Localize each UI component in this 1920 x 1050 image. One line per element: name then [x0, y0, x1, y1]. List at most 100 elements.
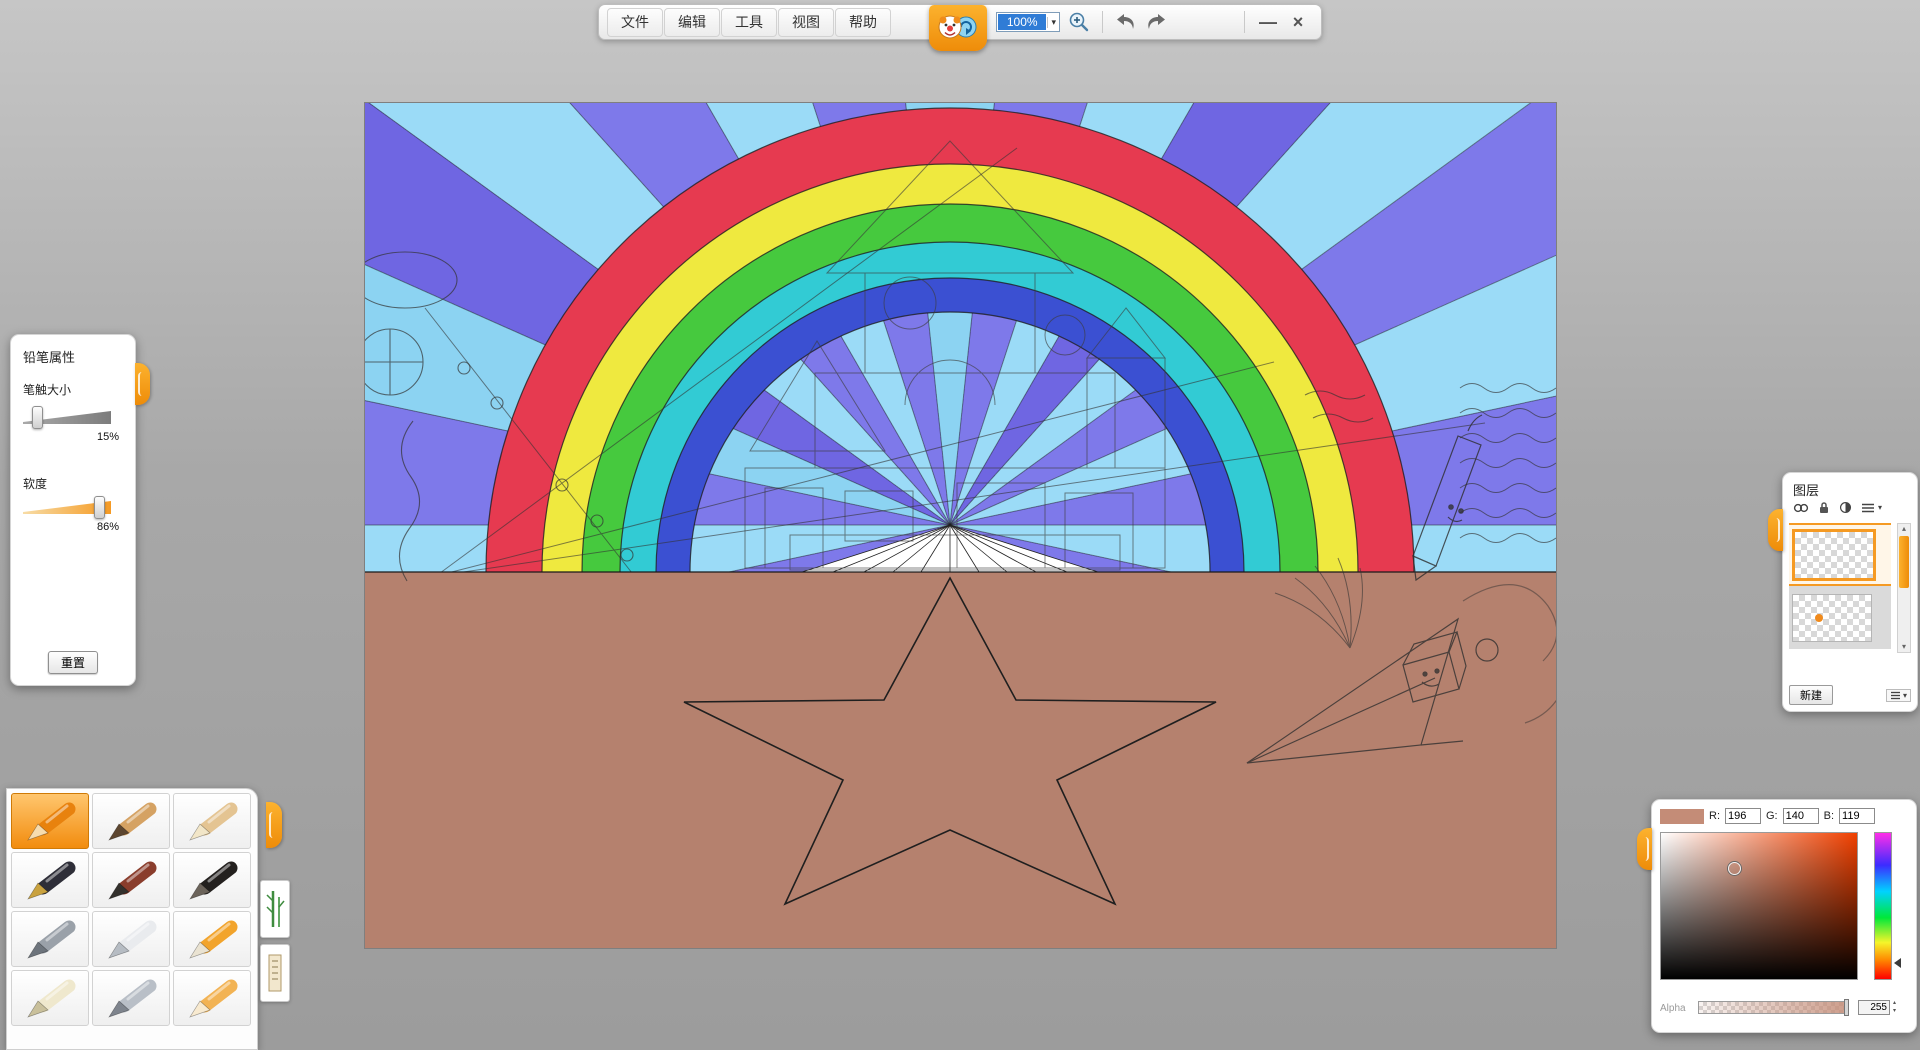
menu-view[interactable]: 视图: [778, 8, 834, 37]
hue-bar[interactable]: [1874, 832, 1892, 980]
color-panel-collapse-handle[interactable]: [1637, 828, 1652, 870]
white-fan: [802, 525, 1098, 572]
scroll-icon: [266, 951, 284, 995]
alpha-slider[interactable]: [1698, 1001, 1848, 1014]
paint-brush-icon: [98, 857, 164, 903]
zoom-level-field[interactable]: 100% ▾: [996, 12, 1060, 32]
softness-label: 软度: [23, 475, 47, 492]
toolbar-separator: [1102, 11, 1103, 33]
zoom-dropdown-arrow[interactable]: ▾: [1047, 17, 1059, 28]
layers-scrollbar[interactable]: ▴ ▾: [1897, 523, 1911, 653]
tool-ink-brush[interactable]: [173, 852, 251, 908]
layers-panel: 图层 ▾ ▴ ▾ 新建: [1782, 472, 1918, 712]
softness-value: 86%: [97, 521, 119, 533]
alpha-spinner[interactable]: ▴▾: [1893, 999, 1896, 1015]
blend-mode-icon[interactable]: [1839, 501, 1852, 514]
tool-grid: [11, 793, 253, 1026]
dip-pen-icon: [98, 975, 164, 1021]
close-button[interactable]: ×: [1283, 8, 1313, 36]
tool-pencil-wood[interactable]: [92, 793, 170, 849]
layers-menu-icon[interactable]: [1861, 502, 1875, 514]
bamboo-icon: [265, 887, 285, 931]
softness-slider[interactable]: [23, 501, 111, 514]
hue-marker[interactable]: [1894, 958, 1901, 968]
tool-paint-roller[interactable]: [173, 911, 251, 967]
b-input[interactable]: [1839, 808, 1875, 824]
r-label: R:: [1709, 810, 1720, 822]
layer-row-2[interactable]: [1789, 586, 1891, 649]
menu-file[interactable]: 文件: [607, 8, 663, 37]
menu-file-label: 文件: [621, 12, 649, 32]
softness-knob[interactable]: [94, 496, 105, 519]
layer-row-1[interactable]: [1789, 523, 1891, 586]
menu-help[interactable]: 帮助: [835, 8, 891, 37]
zoom-in-button[interactable]: [1064, 8, 1094, 36]
tool-palette-knife[interactable]: [92, 911, 170, 967]
layers-scrollbar-thumb[interactable]: [1899, 536, 1909, 588]
tool-palette-collapse-handle[interactable]: [266, 802, 282, 848]
menu-help-label: 帮助: [849, 12, 877, 32]
saturation-value-square[interactable]: [1660, 832, 1858, 980]
layers-toolbar: ▾: [1793, 501, 1909, 514]
tool-paint-tube[interactable]: [11, 970, 89, 1026]
pencil-panel-title: 铅笔属性: [23, 347, 75, 366]
pencil-panel-collapse-handle[interactable]: [135, 363, 150, 405]
app-window: { "theme": { "accent": "#f59a23", "windo…: [0, 0, 1920, 1050]
drawing-canvas[interactable]: [364, 102, 1557, 949]
color-picker-panel: R: G: B: Alpha ▴▾: [1651, 799, 1917, 1033]
lock-layer-icon[interactable]: [1818, 501, 1830, 514]
reset-button[interactable]: 重置: [48, 651, 98, 674]
brush-size-slider[interactable]: [23, 411, 111, 424]
fountain-pen-icon: [17, 857, 83, 903]
crayon-orange-icon: [17, 798, 83, 844]
link-layers-icon[interactable]: [1793, 502, 1809, 514]
tool-airbrush[interactable]: [11, 911, 89, 967]
menu-edit[interactable]: 编辑: [664, 8, 720, 37]
new-layer-button[interactable]: 新建: [1789, 685, 1833, 705]
sv-marker[interactable]: [1728, 862, 1741, 875]
alpha-spin-down[interactable]: ▾: [1893, 1007, 1896, 1015]
airbrush-icon: [17, 916, 83, 962]
layer-list: [1789, 523, 1891, 653]
scroll-stamp-button[interactable]: [260, 944, 290, 1002]
toolbar-separator: [1244, 11, 1245, 33]
menu-tools-label: 工具: [735, 12, 763, 32]
alpha-label: Alpha: [1660, 1003, 1686, 1014]
paint-roller-icon: [179, 916, 245, 962]
zoom-in-icon: [1068, 11, 1090, 33]
menu-tools[interactable]: 工具: [721, 8, 777, 37]
tool-palette-side: [260, 788, 294, 1050]
tool-dip-pen[interactable]: [92, 970, 170, 1026]
bamboo-stamp-button[interactable]: [260, 880, 290, 938]
close-icon: ×: [1293, 12, 1304, 33]
scroll-down-arrow[interactable]: ▾: [1898, 642, 1910, 652]
ground: [365, 572, 1556, 948]
layers-panel-collapse-handle[interactable]: [1768, 509, 1783, 551]
redo-icon: [1144, 10, 1168, 34]
app-brand-tab[interactable]: [929, 5, 987, 51]
layer-2-content-dot: [1815, 614, 1823, 622]
brush-size-value: 15%: [97, 431, 119, 443]
alpha-input[interactable]: [1858, 1000, 1890, 1015]
g-label: G:: [1766, 810, 1778, 822]
current-color-swatch: [1660, 809, 1704, 824]
r-input[interactable]: [1725, 808, 1761, 824]
pencil-character: [1413, 415, 1482, 580]
layer-1-thumbnail: [1792, 529, 1876, 581]
tool-fountain-pen[interactable]: [11, 852, 89, 908]
g-input[interactable]: [1783, 808, 1819, 824]
scroll-up-arrow[interactable]: ▴: [1898, 524, 1910, 534]
layers-menu-dropdown-arrow[interactable]: ▾: [1878, 503, 1882, 512]
alpha-slider-handle[interactable]: [1844, 999, 1849, 1016]
tool-eraser[interactable]: [173, 970, 251, 1026]
redo-button[interactable]: [1141, 8, 1171, 36]
minimize-button[interactable]: —: [1253, 8, 1283, 36]
tool-crayon-cream[interactable]: [173, 793, 251, 849]
tool-crayon-orange[interactable]: [11, 793, 89, 849]
undo-button[interactable]: [1111, 8, 1141, 36]
tool-paint-brush[interactable]: [92, 852, 170, 908]
main-toolbar: 文件 编辑 工具 视图 帮助 100% ▾: [598, 4, 1322, 40]
layer-options-button[interactable]: ▾: [1886, 689, 1911, 702]
alpha-spin-up[interactable]: ▴: [1893, 999, 1896, 1007]
brush-size-knob[interactable]: [32, 406, 43, 429]
